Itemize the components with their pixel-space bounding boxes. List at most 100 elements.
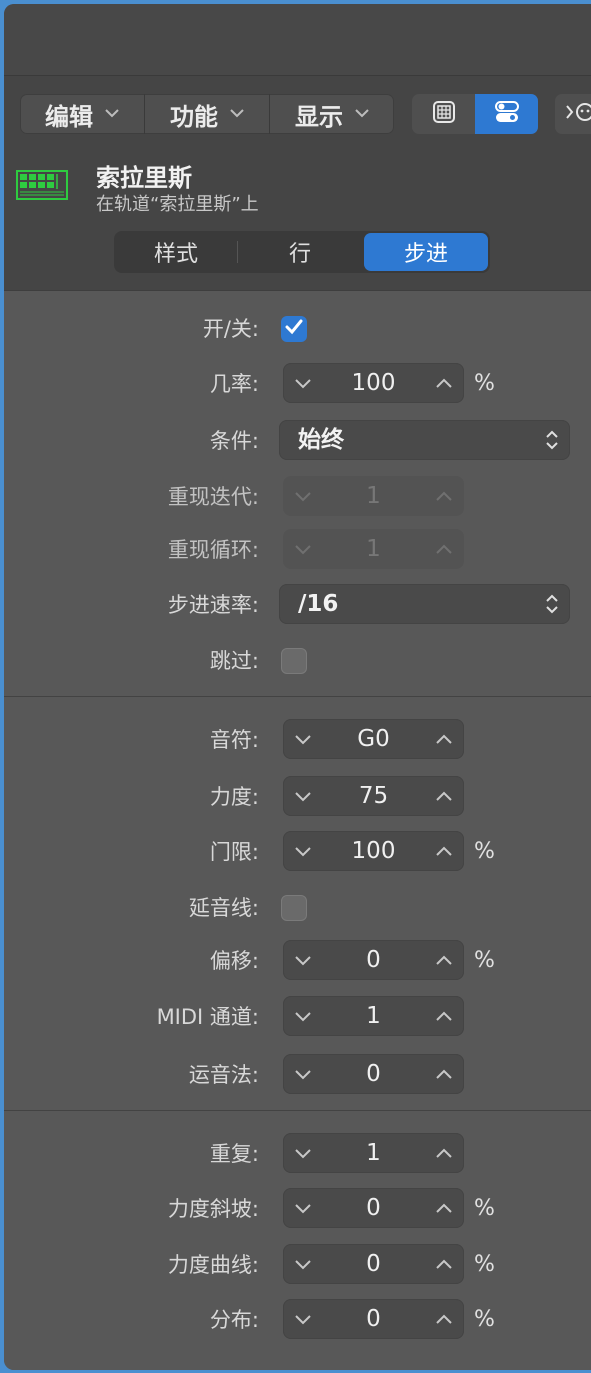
midi-channel-stepper[interactable]: 1 <box>283 996 464 1036</box>
velocity-curve-value[interactable]: 0 <box>323 1244 424 1284</box>
on-off-label: 开/关: <box>202 317 259 341</box>
chevron-up-icon[interactable] <box>426 1054 462 1094</box>
more-options-button[interactable] <box>555 94 591 134</box>
chevron-down-icon[interactable] <box>285 1299 321 1339</box>
updown-arrows-icon <box>544 592 560 620</box>
on-off-row: 开/关: <box>4 308 591 350</box>
divider <box>4 1110 591 1111</box>
chevron-down-icon[interactable] <box>285 776 321 816</box>
mode-segmented-control: 样式 行 步进 <box>114 231 490 273</box>
offset-unit: % <box>474 948 495 973</box>
chevron-down-icon[interactable] <box>285 719 321 759</box>
gate-value[interactable]: 100 <box>323 831 424 871</box>
repeat-stepper[interactable]: 1 <box>283 1133 464 1173</box>
repeat-loop-stepper: 1 <box>283 529 464 569</box>
chevron-up-icon[interactable] <box>426 996 462 1036</box>
divider <box>4 696 591 697</box>
repeat-iteration-value: 1 <box>366 483 381 509</box>
note-row: 音符: G0 <box>4 719 591 761</box>
tie-checkbox[interactable] <box>281 895 307 921</box>
probability-row: 几率: 100 % <box>4 363 591 405</box>
step-inspector-panel: 开/关: 几率: 100 % 条件: 始终 重现迭代: 1 重现循环: 1 步进… <box>4 290 591 1370</box>
condition-label: 条件: <box>209 429 259 453</box>
skip-checkbox[interactable] <box>281 648 307 674</box>
checkmark-icon <box>285 319 303 339</box>
on-off-checkbox[interactable] <box>281 316 307 342</box>
chevron-down-icon[interactable] <box>285 1244 321 1284</box>
probability-stepper[interactable]: 100 <box>283 363 464 403</box>
edit-menu-label: 编辑 <box>45 102 93 131</box>
velocity-curve-unit: % <box>474 1252 495 1277</box>
articulation-value[interactable]: 0 <box>323 1054 424 1094</box>
skip-label: 跳过: <box>209 649 259 673</box>
note-value[interactable]: G0 <box>323 719 424 759</box>
chevron-down-icon[interactable] <box>285 831 321 871</box>
tie-label: 延音线: <box>188 896 259 920</box>
view-menu[interactable]: 显示 <box>270 94 394 134</box>
distribution-unit: % <box>474 1307 495 1332</box>
step-rate-label: 步进速率: <box>167 593 259 617</box>
velocity-stepper[interactable]: 75 <box>283 776 464 816</box>
chevron-down-icon <box>285 476 321 516</box>
repeat-iteration-row: 重现迭代: 1 <box>4 476 591 518</box>
velocity-value[interactable]: 75 <box>323 776 424 816</box>
functions-menu[interactable]: 功能 <box>145 94 270 134</box>
condition-popup[interactable]: 始终 <box>279 420 570 460</box>
inspector-icon <box>494 99 520 129</box>
inspector-view-button[interactable] <box>475 94 538 134</box>
distribution-stepper[interactable]: 0 <box>283 1299 464 1339</box>
menu-segment: 编辑 功能 显示 <box>20 94 394 134</box>
repeat-loop-label: 重现循环: <box>167 538 259 562</box>
chevron-up-icon[interactable] <box>426 1244 462 1284</box>
chevron-up-icon[interactable] <box>426 1299 462 1339</box>
velocity-ramp-row: 力度斜坡: 0 % <box>4 1188 591 1230</box>
gate-stepper[interactable]: 100 <box>283 831 464 871</box>
chevron-down-icon[interactable] <box>285 996 321 1036</box>
condition-row: 条件: 始终 <box>4 420 591 462</box>
articulation-stepper[interactable]: 0 <box>283 1054 464 1094</box>
chevron-down-icon[interactable] <box>285 940 321 980</box>
chevron-up-icon[interactable] <box>426 776 462 816</box>
step-rate-popup[interactable]: /16 <box>279 584 570 624</box>
distribution-label: 分布: <box>209 1308 259 1332</box>
midi-channel-value[interactable]: 1 <box>323 996 424 1036</box>
offset-stepper[interactable]: 0 <box>283 940 464 980</box>
chevron-down-icon[interactable] <box>285 363 321 403</box>
track-name: 索拉里斯 <box>96 164 192 192</box>
velocity-curve-stepper[interactable]: 0 <box>283 1244 464 1284</box>
title-bar <box>4 4 591 76</box>
velocity-ramp-value[interactable]: 0 <box>323 1188 424 1228</box>
condition-value: 始终 <box>298 427 344 453</box>
piano-roll-view-button[interactable] <box>412 94 475 134</box>
chevron-down-icon[interactable] <box>285 1054 321 1094</box>
step-sequencer-grid-icon <box>16 170 68 204</box>
chevron-up-icon[interactable] <box>426 1133 462 1173</box>
chevron-down-icon <box>285 529 321 569</box>
inspector-header: 编辑 功能 显示 索拉里斯 在轨道“索拉里斯”上 样式 行 步进 <box>4 76 591 290</box>
tab-step[interactable]: 步进 <box>364 233 488 271</box>
offset-row: 偏移: 0 % <box>4 940 591 982</box>
note-stepper[interactable]: G0 <box>283 719 464 759</box>
repeat-loop-value: 1 <box>366 536 381 562</box>
chevron-down-icon[interactable] <box>285 1188 321 1228</box>
chevron-up-icon[interactable] <box>426 1188 462 1228</box>
chevron-up-icon[interactable] <box>426 831 462 871</box>
repeat-value[interactable]: 1 <box>323 1133 424 1173</box>
chevron-up-icon[interactable] <box>426 940 462 980</box>
chevron-up-icon[interactable] <box>426 363 462 403</box>
probability-value[interactable]: 100 <box>323 363 424 403</box>
updown-arrows-icon <box>544 428 560 456</box>
velocity-curve-row: 力度曲线: 0 % <box>4 1244 591 1286</box>
tab-pattern[interactable]: 样式 <box>114 231 238 273</box>
chevron-down-icon <box>105 106 119 122</box>
chevron-up-icon <box>426 476 462 516</box>
edit-menu[interactable]: 编辑 <box>20 94 145 134</box>
chevron-down-icon[interactable] <box>285 1133 321 1173</box>
distribution-value[interactable]: 0 <box>323 1299 424 1339</box>
step-rate-value: /16 <box>298 591 339 617</box>
chevron-up-icon[interactable] <box>426 719 462 759</box>
tab-row[interactable]: 行 <box>238 231 362 273</box>
velocity-curve-label: 力度曲线: <box>167 1253 259 1277</box>
velocity-ramp-stepper[interactable]: 0 <box>283 1188 464 1228</box>
offset-value[interactable]: 0 <box>323 940 424 980</box>
